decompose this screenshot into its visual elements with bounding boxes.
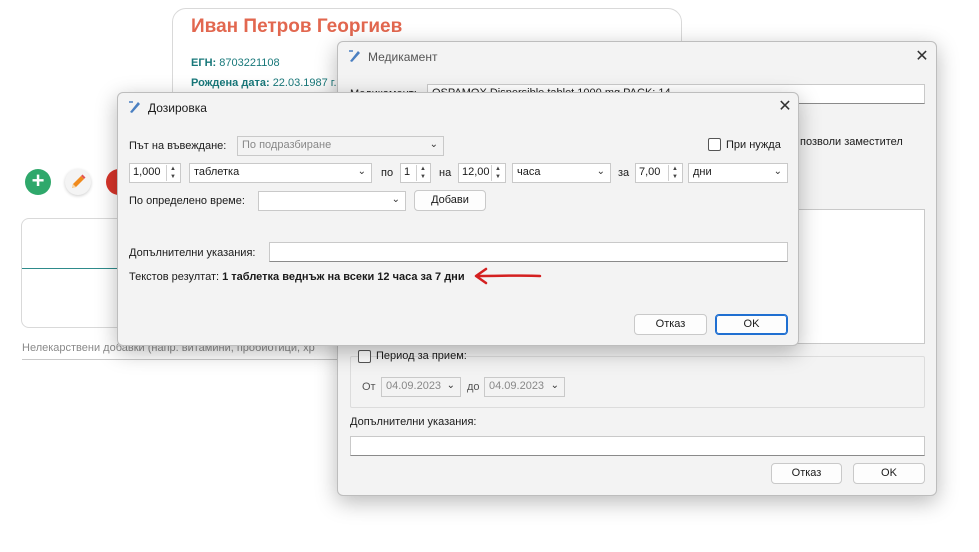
from-date-value: 04.09.2023	[386, 380, 442, 392]
medication-ok-button[interactable]: OK	[853, 463, 925, 484]
medication-list[interactable]	[21, 218, 131, 328]
prescription-pen-icon	[129, 101, 140, 113]
for-label: за	[618, 167, 630, 179]
dob-label: Рождена дата:	[191, 77, 270, 89]
spin-arrows-icon[interactable]: ▲ ▼	[166, 165, 179, 181]
route-select[interactable]: По подразбиране ⌄	[237, 136, 444, 156]
on-label: на	[439, 167, 452, 179]
egn-value: 8703221108	[219, 57, 280, 69]
result-value: 1 таблетка веднъж на всеки 12 часа за 7 …	[222, 271, 465, 283]
route-label: Път на въвеждане:	[129, 140, 227, 152]
plus-icon: +	[31, 168, 45, 193]
chevron-down-icon: ⌄	[773, 166, 782, 177]
extra-instructions-label: Допълнителни указания:	[129, 247, 256, 259]
period-label: Период за прием:	[376, 350, 467, 362]
dob-value: 22.03.1987 г.	[272, 77, 337, 89]
times-stepper[interactable]: 1 ▲ ▼	[400, 163, 431, 183]
dosage-cancel-button[interactable]: Отказ	[634, 314, 707, 335]
list-divider	[22, 268, 130, 269]
quantity-value: 1,000	[133, 166, 161, 178]
interval-unit-value: часа	[517, 166, 541, 178]
from-date-picker[interactable]: 04.09.2023 ⌄	[381, 377, 461, 397]
period-checkbox[interactable]	[358, 350, 371, 363]
chevron-down-icon: ⌄	[446, 380, 455, 391]
medication-dialog-title: Медикамент	[368, 50, 438, 64]
result-row: Текстов резултат: 1 таблетка веднъж на в…	[129, 271, 465, 283]
duration-stepper[interactable]: 7,00 ▲ ▼	[635, 163, 683, 183]
chevron-down-icon: ⌄	[357, 166, 366, 177]
chevron-down-icon: ⌄	[596, 166, 605, 177]
fixed-time-label: По определено време:	[129, 195, 245, 207]
annotation-arrow-icon	[474, 267, 542, 285]
extra-instructions-field[interactable]	[350, 436, 925, 456]
duration-unit-select[interactable]: дни ⌄	[688, 163, 788, 183]
spin-arrows-icon[interactable]: ▲ ▼	[491, 165, 504, 181]
unit-select[interactable]: таблетка ⌄	[189, 163, 372, 183]
chevron-down-icon: ⌄	[429, 139, 438, 150]
interval-value: 12,00	[462, 166, 490, 178]
close-icon[interactable]: ✕	[914, 49, 930, 66]
prescription-pen-icon	[349, 50, 360, 62]
as-needed-checkbox[interactable]	[708, 138, 721, 151]
duration-unit-value: дни	[693, 166, 712, 178]
chevron-down-icon: ⌄	[550, 380, 559, 391]
dosage-ok-button[interactable]: OK	[715, 314, 788, 335]
extra-instructions-label: Допълнителни указания:	[350, 416, 477, 428]
extra-instructions-field[interactable]	[269, 242, 788, 262]
edit-medication-button[interactable]	[65, 169, 91, 195]
spin-arrows-icon[interactable]: ▲ ▼	[668, 165, 681, 181]
unit-value: таблетка	[194, 166, 240, 178]
to-label: до	[467, 381, 480, 393]
to-date-value: 04.09.2023	[489, 380, 545, 392]
fixed-time-select[interactable]: ⌄	[258, 191, 406, 211]
add-time-button[interactable]: Добави	[414, 190, 486, 211]
from-label: От	[362, 381, 376, 393]
dosage-dialog: Дозировка ✕ Път на въвеждане: По подразб…	[117, 92, 799, 346]
medication-cancel-button[interactable]: Отказ	[771, 463, 842, 484]
as-needed-label: При нужда	[726, 139, 781, 151]
route-value: По подразбиране	[242, 139, 332, 151]
patient-name: Иван Петров Георгиев	[191, 16, 403, 37]
to-date-picker[interactable]: 04.09.2023 ⌄	[484, 377, 565, 397]
egn-label: ЕГН:	[191, 57, 217, 69]
close-icon[interactable]: ✕	[777, 99, 793, 116]
interval-stepper[interactable]: 12,00 ▲ ▼	[458, 163, 506, 183]
per-label: по	[381, 167, 394, 179]
allow-substitute-label: позволи заместител	[800, 136, 903, 148]
interval-unit-select[interactable]: часа ⌄	[512, 163, 611, 183]
egn-row: ЕГН: 8703221108	[191, 57, 280, 69]
quantity-stepper[interactable]: 1,000 ▲ ▼	[129, 163, 181, 183]
duration-value: 7,00	[639, 166, 661, 178]
chevron-down-icon: ⌄	[391, 194, 400, 205]
result-label: Текстов резултат:	[129, 271, 220, 283]
add-medication-button[interactable]: +	[25, 168, 51, 195]
dob-row: Рождена дата: 22.03.1987 г.	[191, 77, 337, 89]
pencil-icon	[72, 174, 86, 188]
spin-arrows-icon[interactable]: ▲ ▼	[416, 165, 429, 181]
dosage-dialog-title: Дозировка	[148, 101, 207, 115]
times-value: 1	[404, 166, 411, 178]
